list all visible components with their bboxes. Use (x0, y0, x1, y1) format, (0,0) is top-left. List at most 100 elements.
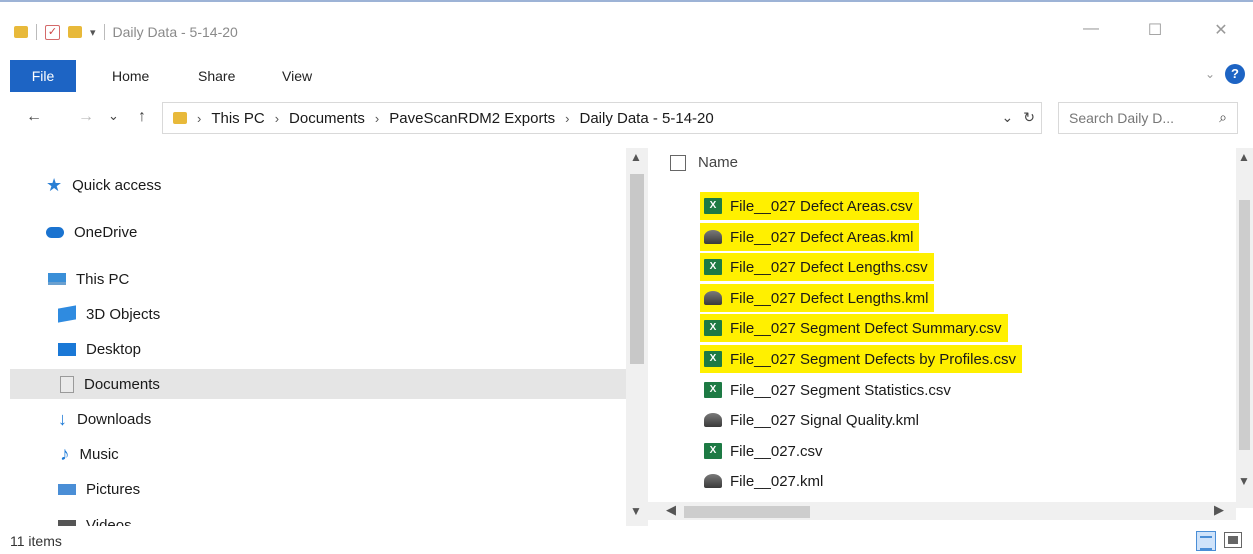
nav-label: 3D Objects (86, 305, 161, 323)
file-name: File__027 Signal Quality.kml (730, 411, 919, 429)
file-name: File__027 Defect Areas.csv (730, 197, 913, 215)
details-view-icon[interactable] (1196, 531, 1216, 551)
nav-item-this-pc[interactable]: This PC (48, 264, 129, 294)
file-name: File__027.csv (730, 442, 823, 460)
excel-csv-icon: X (704, 443, 722, 459)
excel-csv-icon: X (704, 198, 722, 214)
nav-scrollbar-thumb[interactable] (630, 174, 644, 364)
kml-file-icon (704, 230, 722, 244)
computer-icon (48, 273, 66, 285)
nav-label: Pictures (86, 480, 141, 498)
file-row[interactable]: File__027 Signal Quality.kml (700, 406, 925, 434)
maximize-button[interactable]: ☐ (1140, 20, 1170, 40)
search-placeholder: Search Daily D... (1069, 110, 1175, 126)
scroll-down-icon[interactable]: ▼ (630, 504, 642, 518)
customize-toolbar-icon[interactable]: ▾ (90, 26, 96, 39)
breadcrumb-pavescan-exports[interactable]: PaveScanRDM2 Exports (389, 110, 555, 127)
download-icon: ↓ (58, 409, 67, 429)
column-header-name[interactable]: Name (670, 154, 738, 171)
file-row[interactable]: File__027 Defect Areas.kml (700, 223, 920, 251)
breadcrumb-separator[interactable]: › (375, 111, 379, 126)
large-icons-view-icon[interactable] (1224, 532, 1242, 548)
refresh-icon[interactable]: ↻ (1023, 109, 1035, 126)
nav-item-downloads[interactable]: ↓ Downloads (58, 404, 151, 434)
close-button[interactable]: ✕ (1206, 20, 1236, 40)
nav-item-quick-access[interactable]: ★ Quick access (46, 170, 161, 200)
status-bar: 11 items (0, 528, 1253, 554)
back-button[interactable]: ← (26, 108, 42, 126)
tab-file[interactable]: File (10, 60, 76, 92)
star-icon: ★ (46, 175, 63, 195)
toolbar-divider (36, 24, 37, 40)
tab-share[interactable]: Share (198, 60, 235, 92)
file-row[interactable]: X File__027 Defect Lengths.csv (700, 253, 934, 281)
quick-access-toolbar: ✓ ▾ Daily Data - 5-14-20 (14, 24, 238, 40)
tab-home[interactable]: Home (112, 60, 149, 92)
file-list-vscrollbar-thumb[interactable] (1239, 200, 1250, 450)
column-name-label: Name (698, 154, 739, 171)
nav-label: Desktop (86, 340, 142, 358)
excel-csv-icon: X (704, 351, 722, 367)
scroll-up-icon[interactable]: ▲ (1238, 150, 1250, 164)
nav-item-documents[interactable]: Documents (10, 369, 626, 399)
nav-item-music[interactable]: ♪ Music (60, 439, 119, 469)
file-name: File__027 Defect Areas.kml (730, 228, 914, 246)
nav-item-3d-objects[interactable]: 3D Objects (58, 299, 160, 329)
cloud-icon (46, 226, 64, 238)
forward-button[interactable]: → (78, 108, 94, 126)
tab-view[interactable]: View (282, 60, 312, 92)
folder-icon[interactable] (14, 26, 28, 38)
new-folder-icon[interactable] (68, 26, 82, 38)
properties-icon[interactable]: ✓ (45, 24, 60, 40)
breadcrumb-separator[interactable]: › (565, 111, 569, 126)
file-name: File__027 Segment Statistics.csv (730, 381, 951, 399)
breadcrumb-documents[interactable]: Documents (289, 110, 365, 127)
nav-label: This PC (76, 270, 130, 288)
help-icon[interactable]: ? (1225, 64, 1245, 84)
nav-label: Music (79, 445, 119, 463)
search-input[interactable]: Search Daily D... ⌕ (1058, 102, 1238, 134)
file-row[interactable]: X File__027 Defect Areas.csv (700, 192, 919, 220)
scroll-left-icon[interactable]: ◀ (666, 502, 676, 518)
breadcrumb-daily-data[interactable]: Daily Data - 5-14-20 (580, 110, 714, 127)
file-name: File__027 Defect Lengths.kml (730, 289, 929, 307)
explorer-window: ✓ ▾ Daily Data - 5-14-20 — ☐ ✕ File Home… (0, 0, 1253, 554)
nav-item-onedrive[interactable]: OneDrive (46, 217, 137, 247)
address-bar[interactable]: › This PC › Documents › PaveScanRDM2 Exp… (162, 102, 1042, 134)
file-list-hscrollbar-thumb[interactable] (684, 506, 810, 518)
search-icon[interactable]: ⌕ (1219, 109, 1227, 126)
file-row[interactable]: X File__027 Segment Defect Summary.csv (700, 314, 1008, 342)
file-row[interactable]: X File__027 Segment Defects by Profiles.… (700, 345, 1022, 373)
nav-item-videos[interactable]: Videos (58, 510, 132, 526)
navigation-pane[interactable]: ★ Quick access OneDrive This PC 3D Objec… (0, 148, 648, 526)
address-controls: ⌄ ↻ (1002, 109, 1035, 126)
breadcrumb-separator[interactable]: › (275, 111, 279, 126)
file-list-pane[interactable]: Name X File__027 Defect Areas.csv File__… (648, 148, 1253, 526)
title-bar: ✓ ▾ Daily Data - 5-14-20 — ☐ ✕ (0, 2, 1253, 54)
file-row[interactable]: File__027.kml (700, 467, 829, 495)
nav-label: OneDrive (74, 223, 138, 241)
nav-item-pictures[interactable]: Pictures (58, 474, 140, 504)
excel-csv-icon: X (704, 320, 722, 336)
nav-item-desktop[interactable]: Desktop (58, 334, 141, 364)
desktop-icon (58, 342, 76, 356)
recent-locations-button[interactable]: ⌄ (108, 108, 119, 124)
scroll-up-icon[interactable]: ▲ (630, 150, 642, 164)
breadcrumb-separator[interactable]: › (197, 111, 201, 126)
cube-icon (58, 305, 76, 323)
scroll-right-icon[interactable]: ▶ (1214, 502, 1224, 518)
file-row[interactable]: File__027 Defect Lengths.kml (700, 284, 935, 312)
expand-ribbon-icon[interactable]: ⌄ (1205, 67, 1215, 81)
file-name: File__027 Segment Defects by Profiles.cs… (730, 350, 1016, 368)
minimize-button[interactable]: — (1076, 20, 1106, 38)
up-button[interactable]: ↑ (138, 108, 146, 126)
window-title: Daily Data - 5-14-20 (112, 24, 238, 40)
file-row[interactable]: X File__027 Segment Statistics.csv (700, 376, 957, 404)
nav-label: Downloads (77, 410, 152, 428)
address-history-icon[interactable]: ⌄ (1002, 109, 1014, 126)
nav-label: Quick access (72, 176, 162, 194)
select-all-checkbox[interactable] (670, 154, 686, 171)
file-row[interactable]: X File__027.csv (700, 437, 829, 465)
scroll-down-icon[interactable]: ▼ (1238, 474, 1250, 488)
breadcrumb-this-pc[interactable]: This PC (211, 110, 264, 127)
